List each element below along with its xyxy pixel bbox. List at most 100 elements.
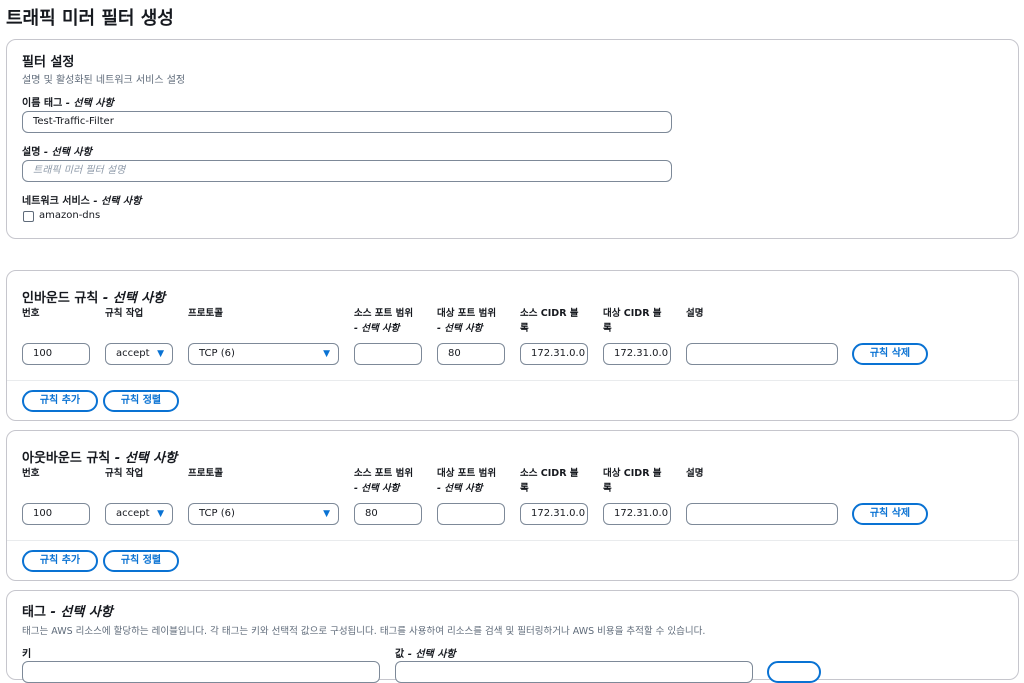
inbound-divider [7, 380, 1018, 381]
description-label: 설명 - 선택 사항 [22, 143, 92, 158]
col-src-cidr-b: CIDR 블 [540, 308, 579, 319]
col-dst-port: 대상 포트 범위 - 선택 사항 [437, 306, 496, 336]
amazon-dns-label: amazon-dns [39, 210, 101, 221]
tag-value-optional: - 선택 사항 [407, 649, 456, 660]
col-src-cidr-a: 소스 [520, 308, 538, 319]
col-number: 번호 [22, 308, 40, 319]
outbound-dst-cidr-input[interactable]: 172.31.0.0 [603, 503, 671, 525]
col-action: 규칙 작업 [105, 468, 144, 479]
col-protocol: 프로토콜 [188, 468, 223, 479]
caret-down-icon: ▼ [323, 349, 330, 359]
inbound-add-rule-button[interactable]: 규칙 추가 [22, 390, 98, 412]
col-src-cidr: 소스 CIDR 블 록 [520, 306, 579, 336]
col-dst-port-optional: - 선택 사항 [437, 323, 483, 334]
network-service-label-text: 네트워크 서비스 [22, 196, 90, 207]
col-dst-cidr-tail: 록 [603, 323, 612, 334]
tag-key-input[interactable] [22, 661, 380, 683]
col-src-cidr-tail: 록 [520, 323, 529, 334]
tag-value-label-text: 값 [395, 649, 405, 660]
inbound-title-optional: - 선택 사항 [102, 291, 166, 306]
network-service-optional: - 선택 사항 [93, 196, 142, 207]
col-src-cidr: 소스 CIDR 블 록 [520, 466, 579, 496]
inbound-action-value: accept [116, 348, 150, 359]
col-dst-cidr-b: CIDR 블 [623, 468, 662, 479]
inbound-delete-rule-button[interactable]: 규칙 삭제 [852, 343, 928, 365]
tag-value-input[interactable] [395, 661, 753, 683]
inbound-sort-rules-button[interactable]: 규칙 정렬 [103, 390, 179, 412]
inbound-src-cidr-input[interactable]: 172.31.0.0 [520, 343, 588, 365]
outbound-action-value: accept [116, 508, 150, 519]
col-src-cidr-tail: 록 [520, 483, 529, 494]
col-src-port: 소스 포트 범위 - 선택 사항 [354, 306, 413, 336]
name-tag-optional: - 선택 사항 [65, 98, 114, 109]
col-dst-port-optional: - 선택 사항 [437, 483, 483, 494]
tag-remove-button[interactable] [767, 661, 821, 683]
inbound-protocol-select[interactable]: TCP (6) ▼ [188, 343, 339, 365]
col-src-port-text: 소스 포트 범위 [354, 308, 414, 319]
col-dst-cidr: 대상 CIDR 블 록 [603, 306, 662, 336]
inbound-title-text: 인바운드 규칙 [22, 291, 99, 306]
inbound-src-port-input[interactable] [354, 343, 422, 365]
inbound-number-input[interactable]: 100 [22, 343, 90, 365]
tags-description: 태그는 AWS 리소스에 할당하는 레이블입니다. 각 태그는 키와 선택적 값… [22, 626, 706, 637]
inbound-dst-port-input[interactable]: 80 [437, 343, 505, 365]
filter-settings-title: 필터 설정 [22, 55, 75, 70]
col-dst-cidr-a: 대상 [603, 468, 621, 479]
page-title: 트래픽 미러 필터 생성 [6, 8, 174, 29]
col-action: 규칙 작업 [105, 308, 144, 319]
col-src-cidr-b: CIDR 블 [540, 468, 579, 479]
outbound-src-port-input[interactable]: 80 [354, 503, 422, 525]
inbound-rules-panel: 인바운드 규칙 - 선택 사항 번호 규칙 작업 프로토콜 소스 포트 범위 -… [6, 270, 1019, 421]
filter-settings-panel: 필터 설정 설명 및 활성화된 네트워크 서비스 설정 이름 태그 - 선택 사… [6, 39, 1019, 239]
tags-title-text: 태그 [22, 605, 46, 620]
name-tag-label: 이름 태그 - 선택 사항 [22, 94, 114, 109]
outbound-number-input[interactable]: 100 [22, 503, 90, 525]
col-src-port: 소스 포트 범위 - 선택 사항 [354, 466, 413, 496]
col-number: 번호 [22, 468, 40, 479]
amazon-dns-checkbox[interactable] [23, 211, 34, 222]
outbound-src-cidr-input[interactable]: 172.31.0.0 [520, 503, 588, 525]
description-label-text: 설명 [22, 147, 41, 158]
description-optional: - 선택 사항 [43, 147, 92, 158]
inbound-title: 인바운드 규칙 - 선택 사항 [22, 287, 165, 306]
inbound-dst-cidr-input[interactable]: 172.31.0.0 [603, 343, 671, 365]
col-dst-cidr-b: CIDR 블 [623, 308, 662, 319]
tags-title-optional: - 선택 사항 [50, 605, 113, 620]
caret-down-icon: ▼ [157, 509, 164, 519]
tag-key-label: 키 [22, 649, 32, 660]
outbound-title: 아웃바운드 규칙 - 선택 사항 [22, 447, 177, 466]
col-dst-port-text: 대상 포트 범위 [437, 468, 497, 479]
col-dst-cidr: 대상 CIDR 블 록 [603, 466, 662, 496]
col-protocol: 프로토콜 [188, 308, 223, 319]
name-tag-input[interactable]: Test-Traffic-Filter [22, 111, 672, 133]
outbound-add-rule-button[interactable]: 규칙 추가 [22, 550, 98, 572]
tags-panel: 태그 - 선택 사항 태그는 AWS 리소스에 할당하는 레이블입니다. 각 태… [6, 590, 1019, 683]
col-desc: 설명 [686, 468, 704, 479]
outbound-dst-port-input[interactable] [437, 503, 505, 525]
outbound-sort-rules-button[interactable]: 규칙 정렬 [103, 550, 179, 572]
outbound-protocol-select[interactable]: TCP (6) ▼ [188, 503, 339, 525]
outbound-divider [7, 540, 1018, 541]
inbound-action-select[interactable]: accept ▼ [105, 343, 173, 365]
col-dst-port-text: 대상 포트 범위 [437, 308, 497, 319]
caret-down-icon: ▼ [157, 349, 164, 359]
outbound-title-text: 아웃바운드 규칙 [22, 451, 111, 466]
outbound-title-optional: - 선택 사항 [114, 451, 178, 466]
inbound-description-input[interactable] [686, 343, 838, 365]
col-desc: 설명 [686, 308, 704, 319]
outbound-delete-rule-button[interactable]: 규칙 삭제 [852, 503, 928, 525]
col-src-port-optional: - 선택 사항 [354, 483, 400, 494]
description-input[interactable]: 트래픽 미러 필터 설명 [22, 160, 672, 182]
filter-settings-description: 설명 및 활성화된 네트워크 서비스 설정 [22, 75, 186, 86]
caret-down-icon: ▼ [323, 509, 330, 519]
network-service-label: 네트워크 서비스 - 선택 사항 [22, 192, 141, 207]
col-dst-cidr-tail: 록 [603, 483, 612, 494]
inbound-protocol-value: TCP (6) [199, 348, 235, 359]
outbound-description-input[interactable] [686, 503, 838, 525]
outbound-protocol-value: TCP (6) [199, 508, 235, 519]
col-dst-port: 대상 포트 범위 - 선택 사항 [437, 466, 496, 496]
outbound-action-select[interactable]: accept ▼ [105, 503, 173, 525]
col-src-port-text: 소스 포트 범위 [354, 468, 414, 479]
col-src-port-optional: - 선택 사항 [354, 323, 400, 334]
col-src-cidr-a: 소스 [520, 468, 538, 479]
